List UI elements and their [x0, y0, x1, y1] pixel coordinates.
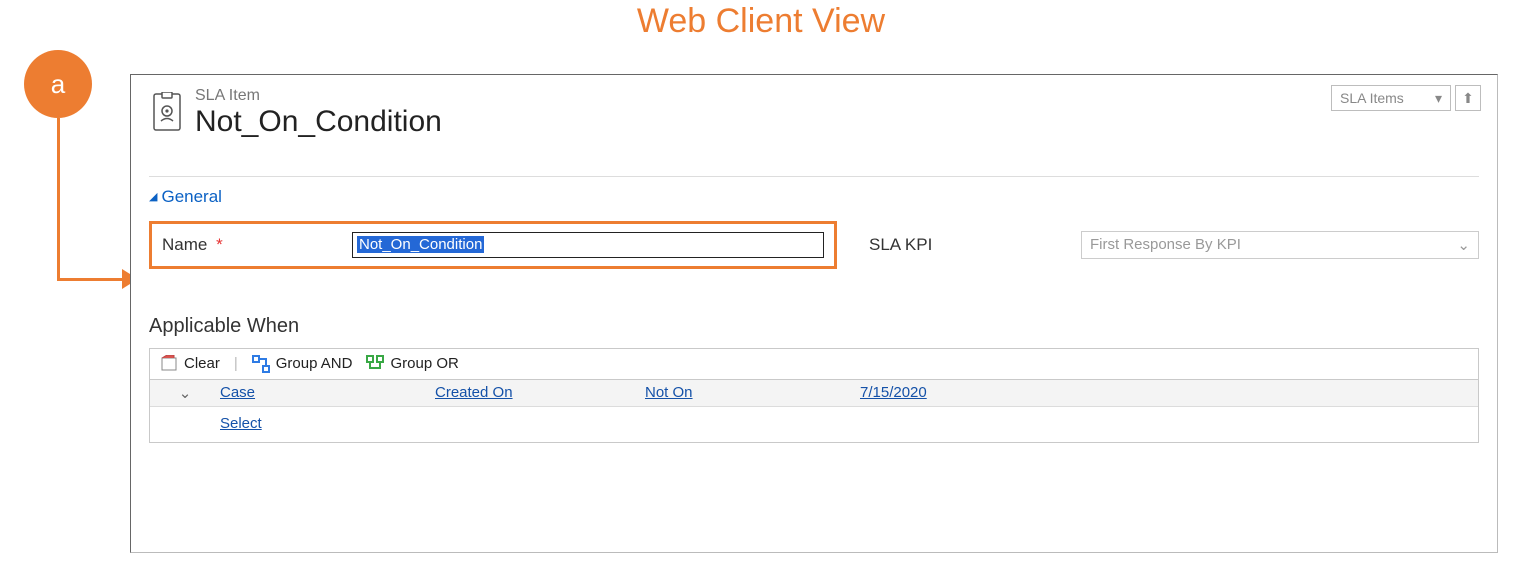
form-panel: SLA Item Not_On_Condition SLA Items ▾ ⬆ …	[130, 74, 1498, 553]
condition-select-row: Select	[150, 407, 1478, 442]
view-picker-dropdown[interactable]: SLA Items ▾	[1331, 85, 1451, 111]
required-marker: *	[216, 235, 223, 254]
sla-kpi-value: First Response By KPI	[1090, 236, 1241, 253]
group-and-label: Group AND	[276, 355, 353, 372]
section-general-label: General	[161, 187, 221, 207]
view-picker: SLA Items ▾ ⬆	[1331, 85, 1481, 111]
sla-kpi-select[interactable]: First Response By KPI ⌄	[1081, 231, 1479, 259]
condition-entity-link[interactable]: Case	[220, 384, 255, 401]
name-input[interactable]: Not_On_Condition	[352, 232, 824, 258]
chevron-down-icon: ⌄	[179, 385, 192, 402]
name-field-highlight: Name * Not_On_Condition	[149, 221, 837, 269]
navigate-up-button[interactable]: ⬆	[1455, 85, 1481, 111]
condition-row: ⌄ Case Created On Not On 7/15/2020	[150, 380, 1478, 407]
record-header: SLA Item Not_On_Condition	[149, 87, 1479, 138]
toolbar-separator: |	[234, 355, 238, 372]
divider	[149, 176, 1479, 177]
condition-toolbar: Clear | Group AND Group OR	[150, 349, 1478, 379]
page-title: Web Client View	[0, 2, 1522, 41]
group-and-button[interactable]: Group AND	[252, 355, 353, 373]
clear-label: Clear	[184, 355, 220, 372]
entity-title: Not_On_Condition	[195, 105, 442, 138]
entity-icon	[149, 89, 185, 135]
clear-icon	[160, 355, 178, 373]
annotation-badge-a: a	[24, 50, 92, 118]
name-label: Name *	[162, 235, 352, 255]
caret-down-icon: ▾	[1435, 90, 1442, 107]
applicable-when-title: Applicable When	[149, 315, 1479, 338]
condition-value-link[interactable]: 7/15/2020	[860, 384, 927, 401]
sla-kpi-label: SLA KPI	[869, 235, 1059, 255]
condition-builder: Clear | Group AND Group OR	[149, 348, 1479, 443]
section-general-toggle[interactable]: ◢ General	[149, 187, 1479, 207]
chevron-down-icon: ⌄	[1457, 236, 1470, 254]
view-picker-label: SLA Items	[1340, 90, 1404, 106]
triangle-down-icon: ◢	[149, 190, 157, 203]
condition-select-link[interactable]: Select	[220, 415, 262, 432]
group-or-label: Group OR	[390, 355, 458, 372]
arrow-up-icon: ⬆	[1462, 90, 1474, 107]
annotation-connector	[57, 118, 60, 280]
name-input-value: Not_On_Condition	[357, 236, 484, 253]
row-expand-toggle[interactable]: ⌄	[150, 384, 220, 402]
condition-field-link[interactable]: Created On	[435, 384, 513, 401]
group-or-button[interactable]: Group OR	[366, 355, 458, 373]
condition-operator-link[interactable]: Not On	[645, 384, 693, 401]
clear-button[interactable]: Clear	[160, 355, 220, 373]
group-and-icon	[252, 355, 270, 373]
name-label-text: Name	[162, 235, 207, 254]
entity-type-label: SLA Item	[195, 87, 442, 105]
group-or-icon	[366, 355, 384, 373]
